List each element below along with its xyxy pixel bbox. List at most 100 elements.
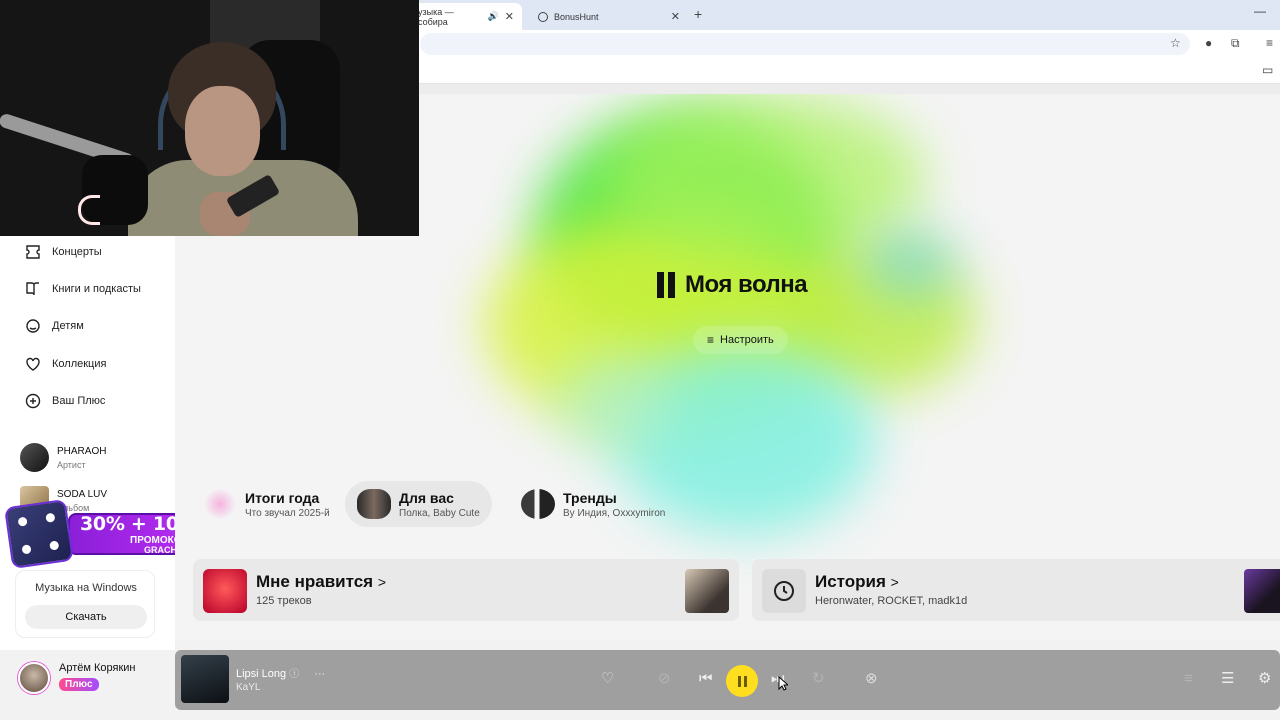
sidebar-item-kids[interactable]: Детям (24, 317, 84, 335)
chip-title: Для вас (399, 489, 454, 506)
artist-avatar (20, 443, 49, 472)
folder-icon[interactable]: ▭ (1262, 63, 1273, 77)
tab-title: узыка — собира (418, 6, 454, 27)
previous-icon[interactable]: ⏮ (699, 669, 713, 689)
history-card[interactable]: История > Heronwater, ROCKET, madk1d (752, 559, 1280, 621)
clock-icon (774, 581, 794, 601)
history-icon (762, 569, 806, 613)
sidebar-item-plus[interactable]: Ваш Плюс (24, 392, 105, 410)
for-you-icon (357, 489, 391, 519)
mouse-cursor (778, 676, 788, 691)
ticket-icon (26, 245, 40, 259)
webcam-mic-light (78, 195, 100, 225)
card-title-text: Мне нравится (256, 572, 374, 591)
player-bar: Lipsi Long ⓘ ··· KaYL ♡ ⊘ ⏮ ⏭ ↻ ⊗ ≡ ☰ ⚙ (175, 650, 1280, 710)
mute-icon[interactable]: ⊗ (865, 669, 878, 689)
trends-icon (521, 489, 555, 519)
pin-subtitle: Артист (57, 459, 86, 470)
like-icon[interactable]: ♡ (601, 669, 614, 689)
minimize-window-icon[interactable]: — (1254, 4, 1266, 18)
track-artwork (685, 569, 729, 613)
chip-subtitle: Полка, Baby Cute (399, 507, 480, 519)
speaker-icon[interactable]: 🔊 (488, 11, 499, 22)
download-title: Музыка на Windows (35, 582, 137, 594)
download-card: Музыка на Windows Скачать (15, 570, 155, 638)
heart-icon (26, 357, 40, 371)
settings-icon[interactable]: ⚙ (1258, 669, 1271, 689)
repeat-icon[interactable]: ↻ (812, 669, 825, 689)
chip-title: Итоги года (245, 489, 320, 506)
user-name: Артём Корякин (59, 662, 136, 674)
chip-subtitle: By Индия, Oxxxymiron (563, 507, 666, 519)
wave-blob (605, 94, 925, 264)
pause-icon (657, 272, 675, 298)
sidebar-item-label: Ваш Плюс (52, 395, 106, 407)
my-wave-play[interactable]: Моя волна (657, 271, 808, 299)
sidebar-item-books[interactable]: Книги и подкасты (24, 280, 141, 298)
puzzle-icon[interactable]: ⧉ (1231, 36, 1240, 51)
extension-icon[interactable]: ● (1205, 36, 1212, 50)
chip-for-you[interactable]: Для вас Полка, Baby Cute (345, 481, 492, 527)
queue-icon[interactable]: ≡ (1184, 669, 1193, 689)
browser-tab-bonushunt[interactable]: BonusHunt ✕ (530, 3, 688, 30)
tab-title: BonusHunt (554, 11, 599, 22)
card-title: История > (815, 572, 899, 592)
sidebar-item-collection[interactable]: Коллекция (24, 355, 106, 373)
pin-title: SODA LUV (57, 488, 108, 500)
chip-year-results[interactable]: Итоги года Что звучал 2025-й (191, 481, 342, 527)
new-tab-icon[interactable]: + (694, 6, 702, 22)
close-tab-icon[interactable]: ✕ (505, 10, 514, 23)
kids-icon (26, 319, 40, 333)
more-icon[interactable]: ··· (314, 668, 325, 680)
bookmark-star-icon[interactable]: ☆ (1170, 36, 1181, 50)
plus-badge: Плюс (59, 678, 99, 691)
sidebar-item-concerts[interactable]: Концерты (24, 243, 102, 261)
menu-icon[interactable]: ≡ (1266, 36, 1273, 50)
liked-tracks-card[interactable]: Мне нравится > 125 треков (193, 559, 739, 621)
browser-tab-active[interactable]: узыка — собира 🔊 ✕ (410, 3, 522, 30)
wave-blob (555, 354, 675, 454)
sidebar-item-label: Коллекция (52, 358, 107, 370)
dice-icon (3, 498, 75, 570)
sidebar-item-label: Детям (52, 320, 84, 332)
liked-heart-icon (203, 569, 247, 613)
playlist-icon[interactable]: ☰ (1221, 669, 1234, 689)
chevron-right-icon: > (890, 574, 899, 590)
globe-icon (538, 11, 548, 22)
webcam-face (185, 86, 260, 176)
pinned-artist[interactable]: PHARAOH Артист (20, 443, 106, 472)
info-icon[interactable]: ⓘ (289, 669, 299, 680)
pause-button[interactable] (726, 665, 758, 697)
chip-subtitle: Что звучал 2025-й (245, 507, 330, 519)
track-title-text: Lipsi Long (236, 668, 287, 680)
card-title-text: История (815, 572, 886, 591)
filter-icon: ≡ (707, 333, 715, 347)
chevron-right-icon: > (377, 574, 387, 590)
track-artwork (1244, 569, 1280, 613)
track-title[interactable]: Lipsi Long ⓘ ··· (236, 665, 325, 680)
plus-circle-icon (25, 393, 41, 409)
close-tab-icon[interactable]: ✕ (671, 10, 680, 23)
wave-blob (865, 234, 955, 294)
download-button[interactable]: Скачать (25, 605, 147, 629)
chip-title: Тренды (563, 489, 617, 506)
pin-title: PHARAOH (57, 445, 107, 457)
user-profile[interactable]: Артём Корякин Плюс (18, 662, 136, 694)
dislike-icon[interactable]: ⊘ (658, 669, 671, 689)
wave-title: Моя волна (685, 271, 808, 298)
track-artist[interactable]: KaYL (236, 682, 260, 693)
tune-wave-button[interactable]: ≡ Настроить (693, 326, 788, 354)
book-icon (26, 282, 39, 296)
webcam-overlay (0, 0, 419, 236)
track-cover[interactable] (181, 655, 229, 703)
card-subtitle: 125 треков (256, 595, 312, 607)
avatar (18, 662, 50, 694)
chip-trends[interactable]: Тренды By Индия, Oxxxymiron (509, 481, 677, 527)
tune-label: Настроить (720, 334, 774, 346)
card-title: Мне нравится > (256, 572, 386, 592)
sidebar-item-label: Концерты (52, 246, 102, 258)
year-results-icon (203, 489, 237, 519)
sidebar-item-label: Книги и подкасты (52, 283, 141, 295)
card-subtitle: Heronwater, ROCKET, madk1d (815, 595, 968, 607)
address-bar[interactable] (420, 33, 1190, 55)
